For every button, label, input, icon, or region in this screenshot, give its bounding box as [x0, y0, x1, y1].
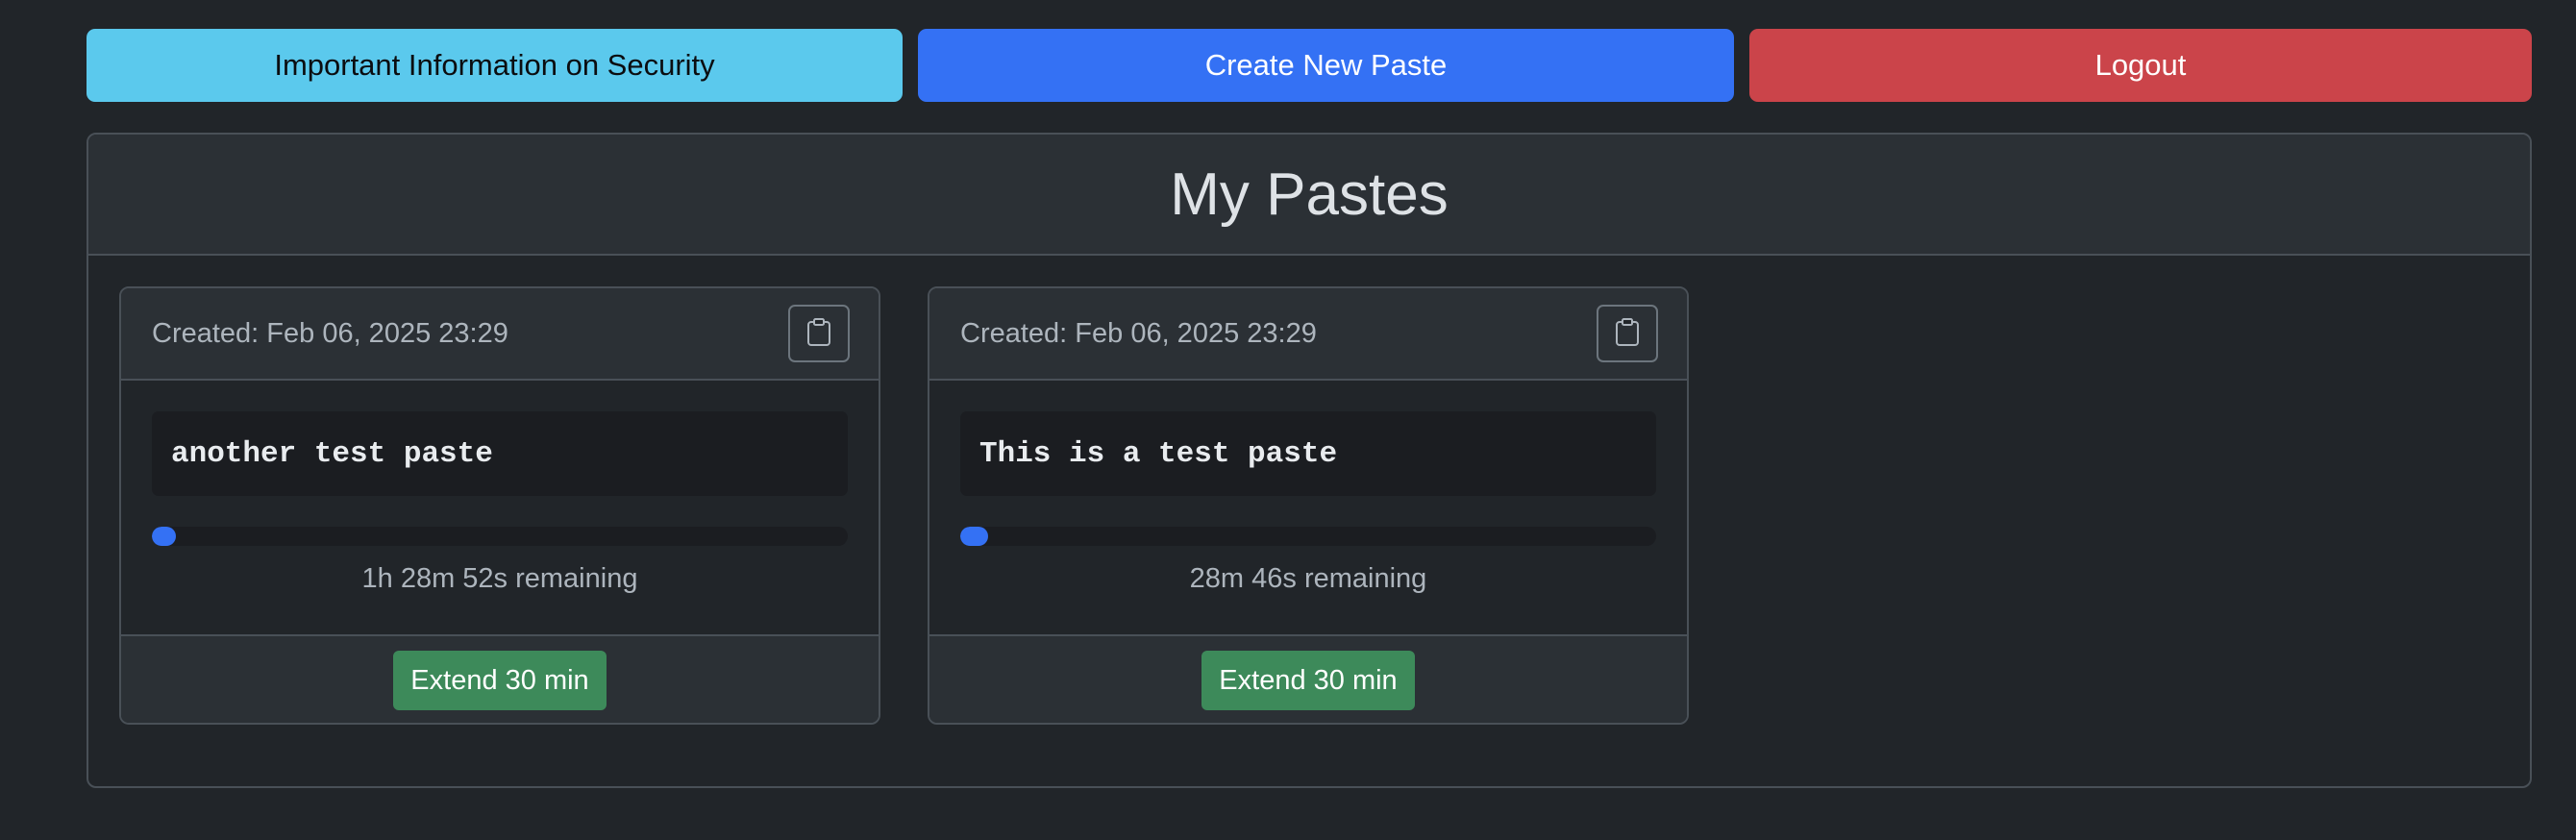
time-remaining: 1h 28m 52s remaining	[361, 563, 638, 594]
paste-card: Created: Feb 06, 2025 23:29 This is a te…	[928, 286, 1689, 725]
create-paste-button[interactable]: Create New Paste	[918, 29, 1734, 102]
paste-card-header: Created: Feb 06, 2025 23:29	[929, 288, 1687, 381]
my-pastes-panel: My Pastes Created: Feb 06, 2025 23:29 an…	[87, 133, 2532, 788]
paste-card-header: Created: Feb 06, 2025 23:29	[121, 288, 879, 381]
paste-card-footer: Extend 30 min	[121, 634, 879, 723]
expiry-progress-fill	[152, 527, 177, 546]
panel-header: My Pastes	[88, 135, 2530, 256]
copy-button[interactable]	[1597, 305, 1658, 362]
paste-card: Created: Feb 06, 2025 23:29 another test…	[119, 286, 880, 725]
security-info-button[interactable]: Important Information on Security	[87, 29, 903, 102]
clipboard-icon	[1615, 317, 1640, 350]
logout-button[interactable]: Logout	[1749, 29, 2532, 102]
expiry-progress-bar	[152, 527, 848, 546]
extend-button[interactable]: Extend 30 min	[1201, 651, 1415, 710]
expiry-progress-bar	[960, 527, 1656, 546]
created-timestamp: Created: Feb 06, 2025 23:29	[960, 317, 1317, 349]
clipboard-icon	[806, 317, 831, 350]
created-timestamp: Created: Feb 06, 2025 23:29	[152, 317, 508, 349]
paste-card-body: This is a test paste 28m 46s remaining	[929, 381, 1687, 634]
paste-card-footer: Extend 30 min	[929, 634, 1687, 723]
top-action-bar: Important Information on Security Create…	[87, 29, 2532, 102]
paste-content: another test paste	[152, 411, 848, 496]
page-title: My Pastes	[1170, 161, 1449, 228]
paste-card-body: another test paste 1h 28m 52s remaining	[121, 381, 879, 634]
time-remaining: 28m 46s remaining	[1189, 563, 1427, 594]
expiry-progress-fill	[960, 527, 988, 546]
paste-content: This is a test paste	[960, 411, 1656, 496]
copy-button[interactable]	[788, 305, 850, 362]
extend-button[interactable]: Extend 30 min	[393, 651, 607, 710]
